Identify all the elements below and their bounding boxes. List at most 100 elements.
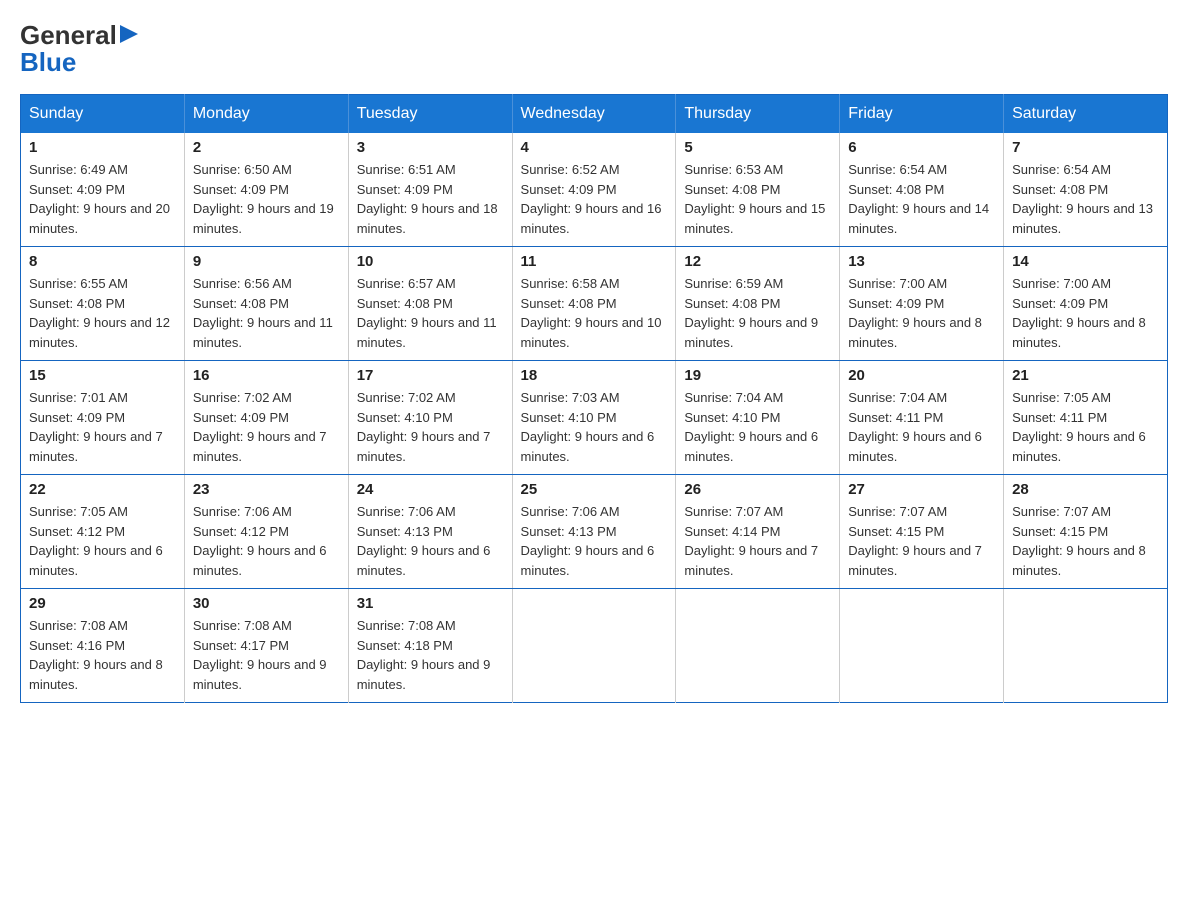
calendar-cell [1004,589,1168,703]
day-number: 5 [684,139,831,156]
calendar-cell: 12 Sunrise: 6:59 AM Sunset: 4:08 PM Dayl… [676,247,840,361]
day-info: Sunrise: 6:56 AM Sunset: 4:08 PM Dayligh… [193,274,340,352]
logo-blue-text: Blue [20,47,76,77]
calendar-table: SundayMondayTuesdayWednesdayThursdayFrid… [20,94,1168,703]
calendar-cell [512,589,676,703]
calendar-cell: 14 Sunrise: 7:00 AM Sunset: 4:09 PM Dayl… [1004,247,1168,361]
day-number: 19 [684,367,831,384]
day-info: Sunrise: 6:55 AM Sunset: 4:08 PM Dayligh… [29,274,176,352]
day-info: Sunrise: 7:08 AM Sunset: 4:18 PM Dayligh… [357,616,504,694]
day-number: 12 [684,253,831,270]
day-header-wednesday: Wednesday [512,95,676,134]
calendar-cell: 21 Sunrise: 7:05 AM Sunset: 4:11 PM Dayl… [1004,361,1168,475]
calendar-cell: 2 Sunrise: 6:50 AM Sunset: 4:09 PM Dayli… [184,133,348,247]
day-info: Sunrise: 7:05 AM Sunset: 4:12 PM Dayligh… [29,502,176,580]
day-info: Sunrise: 6:53 AM Sunset: 4:08 PM Dayligh… [684,160,831,238]
day-header-friday: Friday [840,95,1004,134]
day-info: Sunrise: 7:00 AM Sunset: 4:09 PM Dayligh… [848,274,995,352]
calendar-cell: 23 Sunrise: 7:06 AM Sunset: 4:12 PM Dayl… [184,475,348,589]
day-number: 26 [684,481,831,498]
calendar-cell: 13 Sunrise: 7:00 AM Sunset: 4:09 PM Dayl… [840,247,1004,361]
day-number: 13 [848,253,995,270]
calendar-cell: 31 Sunrise: 7:08 AM Sunset: 4:18 PM Dayl… [348,589,512,703]
day-number: 6 [848,139,995,156]
day-header-tuesday: Tuesday [348,95,512,134]
day-number: 27 [848,481,995,498]
day-number: 29 [29,595,176,612]
calendar-cell: 15 Sunrise: 7:01 AM Sunset: 4:09 PM Dayl… [21,361,185,475]
day-number: 2 [193,139,340,156]
day-info: Sunrise: 6:50 AM Sunset: 4:09 PM Dayligh… [193,160,340,238]
day-info: Sunrise: 7:07 AM Sunset: 4:15 PM Dayligh… [848,502,995,580]
day-number: 18 [521,367,668,384]
day-info: Sunrise: 6:59 AM Sunset: 4:08 PM Dayligh… [684,274,831,352]
calendar-cell: 18 Sunrise: 7:03 AM Sunset: 4:10 PM Dayl… [512,361,676,475]
day-number: 28 [1012,481,1159,498]
day-number: 23 [193,481,340,498]
page-header: General Blue [20,20,1168,78]
day-info: Sunrise: 7:06 AM Sunset: 4:13 PM Dayligh… [357,502,504,580]
calendar-header-row: SundayMondayTuesdayWednesdayThursdayFrid… [21,95,1168,134]
day-number: 15 [29,367,176,384]
calendar-cell: 7 Sunrise: 6:54 AM Sunset: 4:08 PM Dayli… [1004,133,1168,247]
day-number: 4 [521,139,668,156]
day-number: 22 [29,481,176,498]
calendar-cell [840,589,1004,703]
calendar-week-row: 29 Sunrise: 7:08 AM Sunset: 4:16 PM Dayl… [21,589,1168,703]
calendar-cell: 24 Sunrise: 7:06 AM Sunset: 4:13 PM Dayl… [348,475,512,589]
day-number: 31 [357,595,504,612]
day-number: 11 [521,253,668,270]
day-number: 10 [357,253,504,270]
calendar-cell: 6 Sunrise: 6:54 AM Sunset: 4:08 PM Dayli… [840,133,1004,247]
day-header-thursday: Thursday [676,95,840,134]
day-number: 3 [357,139,504,156]
day-number: 20 [848,367,995,384]
calendar-cell: 19 Sunrise: 7:04 AM Sunset: 4:10 PM Dayl… [676,361,840,475]
day-info: Sunrise: 7:05 AM Sunset: 4:11 PM Dayligh… [1012,388,1159,466]
day-info: Sunrise: 7:01 AM Sunset: 4:09 PM Dayligh… [29,388,176,466]
day-header-sunday: Sunday [21,95,185,134]
calendar-cell: 20 Sunrise: 7:04 AM Sunset: 4:11 PM Dayl… [840,361,1004,475]
calendar-cell: 30 Sunrise: 7:08 AM Sunset: 4:17 PM Dayl… [184,589,348,703]
day-info: Sunrise: 6:51 AM Sunset: 4:09 PM Dayligh… [357,160,504,238]
calendar-cell [676,589,840,703]
calendar-cell: 5 Sunrise: 6:53 AM Sunset: 4:08 PM Dayli… [676,133,840,247]
calendar-cell: 3 Sunrise: 6:51 AM Sunset: 4:09 PM Dayli… [348,133,512,247]
calendar-cell: 4 Sunrise: 6:52 AM Sunset: 4:09 PM Dayli… [512,133,676,247]
day-info: Sunrise: 6:49 AM Sunset: 4:09 PM Dayligh… [29,160,176,238]
day-number: 30 [193,595,340,612]
logo-arrow-icon [120,23,140,45]
calendar-week-row: 22 Sunrise: 7:05 AM Sunset: 4:12 PM Dayl… [21,475,1168,589]
calendar-cell: 10 Sunrise: 6:57 AM Sunset: 4:08 PM Dayl… [348,247,512,361]
calendar-cell: 16 Sunrise: 7:02 AM Sunset: 4:09 PM Dayl… [184,361,348,475]
day-info: Sunrise: 7:04 AM Sunset: 4:11 PM Dayligh… [848,388,995,466]
day-info: Sunrise: 7:08 AM Sunset: 4:16 PM Dayligh… [29,616,176,694]
day-info: Sunrise: 7:02 AM Sunset: 4:09 PM Dayligh… [193,388,340,466]
day-header-monday: Monday [184,95,348,134]
day-info: Sunrise: 7:08 AM Sunset: 4:17 PM Dayligh… [193,616,340,694]
day-info: Sunrise: 6:54 AM Sunset: 4:08 PM Dayligh… [1012,160,1159,238]
day-info: Sunrise: 7:07 AM Sunset: 4:14 PM Dayligh… [684,502,831,580]
day-number: 24 [357,481,504,498]
day-header-saturday: Saturday [1004,95,1168,134]
day-info: Sunrise: 6:52 AM Sunset: 4:09 PM Dayligh… [521,160,668,238]
day-number: 9 [193,253,340,270]
calendar-cell: 17 Sunrise: 7:02 AM Sunset: 4:10 PM Dayl… [348,361,512,475]
day-info: Sunrise: 7:00 AM Sunset: 4:09 PM Dayligh… [1012,274,1159,352]
calendar-cell: 1 Sunrise: 6:49 AM Sunset: 4:09 PM Dayli… [21,133,185,247]
day-info: Sunrise: 6:54 AM Sunset: 4:08 PM Dayligh… [848,160,995,238]
day-number: 7 [1012,139,1159,156]
calendar-week-row: 8 Sunrise: 6:55 AM Sunset: 4:08 PM Dayli… [21,247,1168,361]
calendar-cell: 28 Sunrise: 7:07 AM Sunset: 4:15 PM Dayl… [1004,475,1168,589]
calendar-week-row: 15 Sunrise: 7:01 AM Sunset: 4:09 PM Dayl… [21,361,1168,475]
calendar-cell: 11 Sunrise: 6:58 AM Sunset: 4:08 PM Dayl… [512,247,676,361]
calendar-week-row: 1 Sunrise: 6:49 AM Sunset: 4:09 PM Dayli… [21,133,1168,247]
calendar-cell: 25 Sunrise: 7:06 AM Sunset: 4:13 PM Dayl… [512,475,676,589]
day-number: 1 [29,139,176,156]
day-info: Sunrise: 6:57 AM Sunset: 4:08 PM Dayligh… [357,274,504,352]
calendar-cell: 27 Sunrise: 7:07 AM Sunset: 4:15 PM Dayl… [840,475,1004,589]
day-number: 25 [521,481,668,498]
day-number: 14 [1012,253,1159,270]
day-info: Sunrise: 6:58 AM Sunset: 4:08 PM Dayligh… [521,274,668,352]
calendar-cell: 22 Sunrise: 7:05 AM Sunset: 4:12 PM Dayl… [21,475,185,589]
